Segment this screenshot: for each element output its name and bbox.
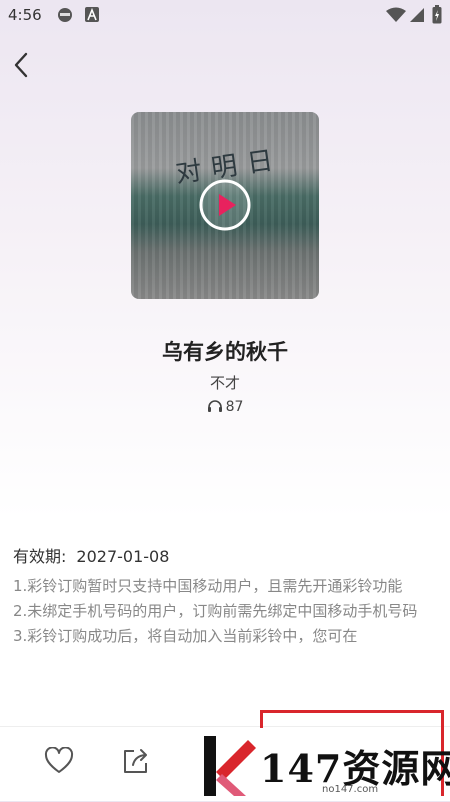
heart-icon [44,746,74,773]
status-bar: 4:56 [0,0,450,30]
song-artist: 不才 [209,374,240,392]
validity-value: 2027-01-08 [76,547,170,566]
note-item: 1.彩铃订购暂时只支持中国移动用户，且需先开通彩铃功能 [13,577,403,595]
watermark-logo-icon [202,734,260,802]
note-item: 3.彩铃订购成功后，将自动加入当前彩铃中，您可在 [13,627,358,645]
signal-icon [409,7,425,27]
back-arrow-icon [14,52,28,78]
headphones-icon [207,400,222,412]
validity-label: 有效期: [13,547,67,566]
note-item: 2.未绑定手机号码的用户，订购前需先绑定中国移动手机号码 [13,602,418,620]
back-button[interactable] [6,48,40,82]
share-button[interactable] [121,747,151,779]
play-count: 87 [0,399,450,415]
watermark-frame-left [260,710,263,728]
battery-icon [432,5,442,28]
watermark-subtext: no147.com [322,784,379,795]
share-icon [124,749,147,773]
play-count-value: 87 [225,399,244,415]
wifi-icon [386,7,406,27]
status-time: 4:56 [8,6,42,24]
song-cover: 对明日 [131,112,319,299]
notes-list: 1.彩铃订购暂时只支持中国移动用户，且需先开通彩铃功能 2.未绑定手机号码的用户… [13,574,443,649]
song-title: 乌有乡的秋千 [162,340,288,364]
validity-row: 有效期: 2027-01-08 [13,543,169,567]
play-icon [199,179,251,231]
play-button[interactable] [198,178,252,232]
app-notification-icon [56,7,74,27]
watermark: 147资源网 no147.com [196,710,450,800]
favorite-button[interactable] [44,746,74,779]
notification-a-icon [85,7,99,27]
